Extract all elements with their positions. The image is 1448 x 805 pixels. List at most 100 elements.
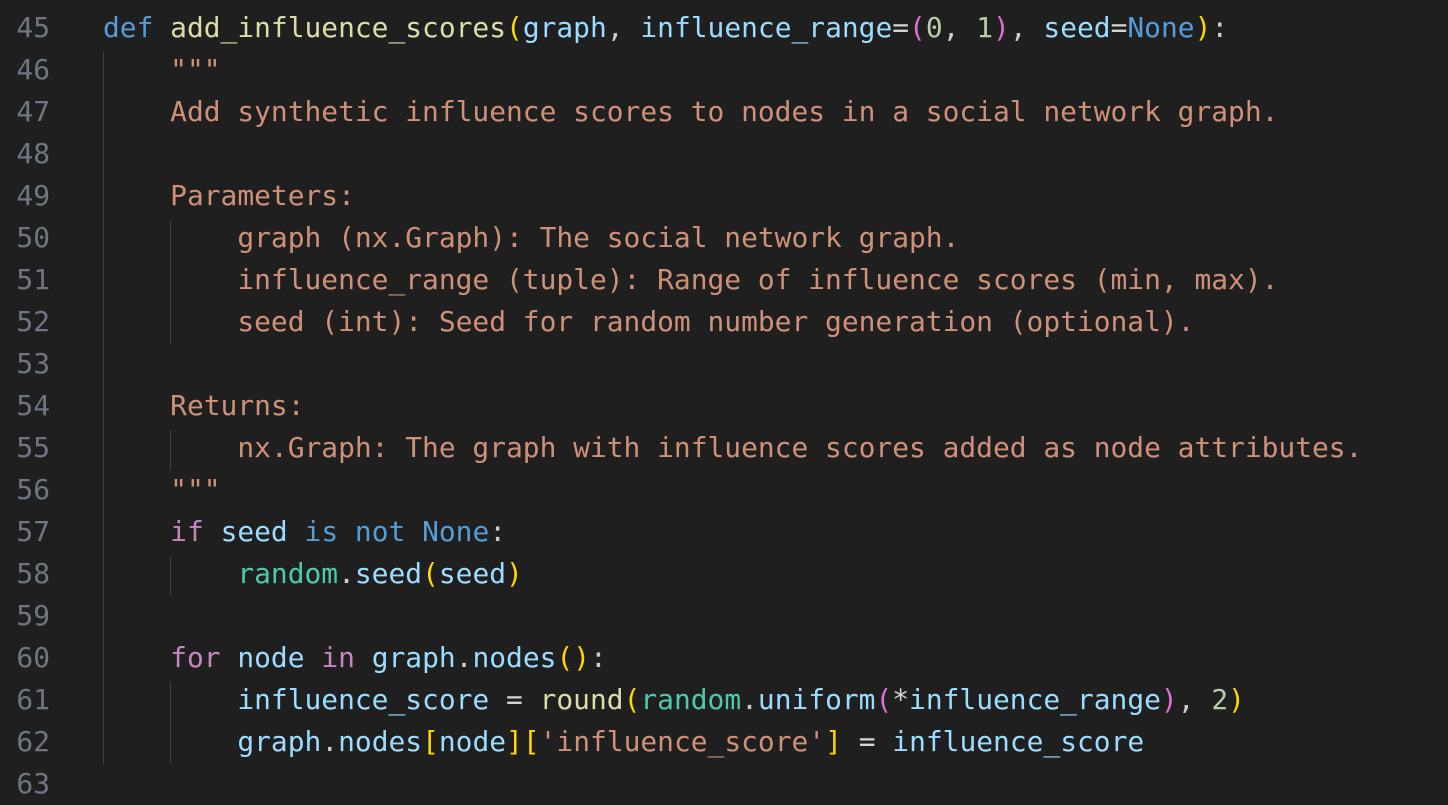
code-text: for node in graph.nodes():: [103, 637, 607, 679]
code-line[interactable]: 62 graph.nodes[node]['influence_score'] …: [0, 721, 1448, 763]
line-number: 46: [16, 53, 50, 86]
code-token: (: [875, 683, 893, 716]
code-line[interactable]: 47 Add synthetic influence scores to nod…: [0, 91, 1448, 133]
code-token: 0: [925, 11, 943, 44]
code-token: random: [237, 557, 339, 590]
code-token: 2: [1211, 683, 1229, 716]
code-token: None: [1127, 11, 1195, 44]
code-line[interactable]: 52 seed (int): Seed for random number ge…: [0, 301, 1448, 343]
line-number: 60: [16, 641, 50, 674]
code-token: seed: [438, 557, 507, 590]
code-token: (: [422, 557, 439, 590]
code-token: def: [103, 11, 154, 44]
code-token: =: [892, 11, 910, 44]
line-number: 51: [16, 263, 50, 296]
line-number: 48: [16, 137, 50, 170]
line-number: 54: [16, 389, 50, 422]
code-token: seed (int): Seed for random number gener…: [237, 305, 1195, 338]
code-token: for: [170, 641, 221, 674]
code-line[interactable]: 59: [0, 595, 1448, 637]
code-text: seed (int): Seed for random number gener…: [103, 301, 1194, 343]
line-number: 59: [16, 599, 50, 632]
code-token: (: [556, 641, 574, 674]
code-token: :: [489, 515, 507, 548]
code-line[interactable]: 56 """: [0, 469, 1448, 511]
code-text: def add_influence_scores(graph, influenc…: [103, 7, 1228, 49]
code-line[interactable]: 46 """: [0, 49, 1448, 91]
code-token: influence_score: [237, 683, 490, 716]
code-token: random: [640, 683, 742, 716]
code-token: .: [338, 557, 355, 590]
code-token: :: [590, 641, 607, 674]
code-text: Add synthetic influence scores to nodes …: [103, 91, 1278, 133]
code-token: graph: [522, 11, 607, 44]
code-token: nx.Graph: The graph with influence score…: [237, 431, 1363, 464]
code-token: [: [422, 725, 439, 758]
code-token: ): [1194, 11, 1212, 44]
line-number: 63: [16, 767, 50, 800]
code-line[interactable]: 54 Returns:: [0, 385, 1448, 427]
code-line[interactable]: 48: [0, 133, 1448, 175]
code-token: .: [321, 725, 339, 758]
code-token: in: [321, 641, 355, 674]
code-line[interactable]: 58 random.seed(seed): [0, 553, 1448, 595]
code-token: node: [237, 641, 305, 674]
code-line[interactable]: 61 influence_score = round(random.unifor…: [0, 679, 1448, 721]
code-line[interactable]: 57 if seed is not None:: [0, 511, 1448, 553]
code-token: ): [1228, 683, 1245, 716]
code-text: random.seed(seed): [103, 553, 523, 595]
code-token: seed: [354, 557, 423, 590]
code-token: (: [506, 11, 523, 44]
code-text: influence_score = round(random.uniform(*…: [103, 679, 1245, 721]
code-line[interactable]: 49 Parameters:: [0, 175, 1448, 217]
code-token: influence_range: [640, 11, 893, 44]
code-line[interactable]: 51 influence_range (tuple): Range of inf…: [0, 259, 1448, 301]
code-line[interactable]: 45 def add_influence_scores(graph, influe…: [0, 7, 1448, 49]
code-token: ): [506, 557, 523, 590]
code-token: influence_range (tuple): Range of influe…: [237, 263, 1279, 296]
code-token: seed: [1043, 11, 1111, 44]
code-editor[interactable]: 45 def add_influence_scores(graph, influe…: [0, 0, 1448, 802]
line-number: 45: [16, 11, 50, 44]
code-token: :: [1211, 11, 1229, 44]
code-token: [: [522, 725, 540, 758]
line-number: 57: [16, 515, 50, 548]
code-token: influence_score: [892, 725, 1145, 758]
code-line[interactable]: 53: [0, 343, 1448, 385]
code-token: ): [573, 641, 591, 674]
code-token: round: [539, 683, 624, 716]
line-number: 52: [16, 305, 50, 338]
code-token: graph: [371, 641, 456, 674]
line-number: 56: [16, 473, 50, 506]
code-line[interactable]: 63: [0, 763, 1448, 805]
code-text: Returns:: [103, 385, 304, 427]
code-token: ]: [506, 725, 523, 758]
code-text: graph.nodes[node]['influence_score'] = i…: [103, 721, 1144, 763]
code-text: nx.Graph: The graph with influence score…: [103, 427, 1362, 469]
code-line[interactable]: 60 for node in graph.nodes():: [0, 637, 1448, 679]
code-token: graph (nx.Graph): The social network gra…: [237, 221, 960, 254]
code-token: .: [741, 683, 758, 716]
code-token: (: [909, 11, 926, 44]
code-token: node: [438, 725, 507, 758]
code-token: ): [1160, 683, 1178, 716]
code-line[interactable]: 50 graph (nx.Graph): The social network …: [0, 217, 1448, 259]
code-text: """: [103, 49, 220, 91]
code-token: Add synthetic influence scores to nodes …: [170, 95, 1279, 128]
code-line[interactable]: 55 nx.Graph: The graph with influence sc…: [0, 427, 1448, 469]
